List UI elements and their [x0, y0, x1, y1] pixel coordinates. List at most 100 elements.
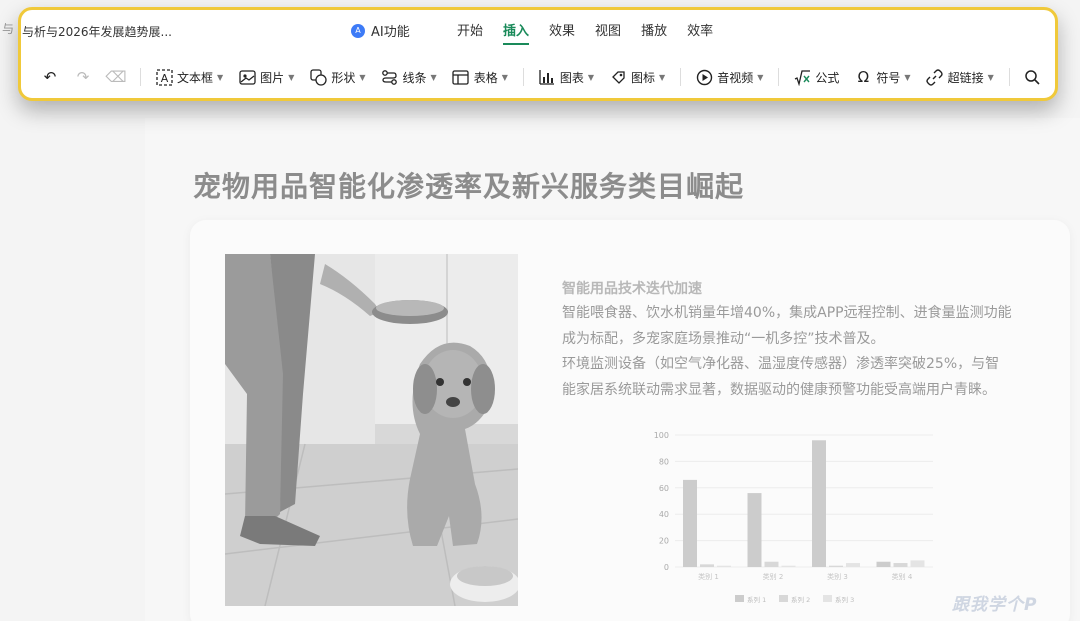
- chart-label: 图表: [559, 70, 584, 85]
- redo-button[interactable]: ↷: [74, 68, 92, 86]
- bar: [910, 560, 925, 567]
- line-button[interactable]: 线条 ▼: [381, 68, 437, 86]
- gear-icon: ⚙: [1057, 68, 1058, 86]
- legend-label: 系列 2: [791, 595, 810, 604]
- picture-label: 图片: [260, 70, 285, 85]
- symbol-button[interactable]: Ω 符号 ▼: [854, 68, 911, 86]
- table-label: 表格: [473, 70, 498, 85]
- textbox-button[interactable]: A 文本框 ▼: [155, 68, 223, 86]
- search-button[interactable]: [1024, 68, 1042, 86]
- chevron-down-icon: ▼: [217, 72, 224, 82]
- settings-button[interactable]: ⚙: [1057, 68, 1058, 86]
- y-tick-label: 60: [659, 484, 669, 493]
- formula-icon: [793, 68, 811, 86]
- x-tick-label: 类别 1: [698, 572, 719, 581]
- textbox-icon: A: [155, 68, 173, 86]
- chevron-down-icon: ▼: [659, 72, 666, 82]
- dog-photo: [225, 254, 518, 606]
- y-tick-label: 80: [659, 457, 669, 466]
- menu-tabs: 开始 插入 效果 视图 播放 效率: [457, 20, 713, 45]
- bar: [876, 561, 891, 567]
- tab-view[interactable]: 视图: [595, 20, 621, 45]
- search-icon: [1024, 68, 1042, 86]
- legend-label: 系列 1: [747, 595, 766, 604]
- shape-label: 形状: [331, 70, 356, 85]
- watermark: 跟我学个P: [952, 595, 1038, 615]
- y-tick-label: 100: [654, 431, 669, 440]
- doc-title-left-fragment: 与: [2, 22, 15, 36]
- icon-library-icon: [609, 68, 627, 86]
- link-icon: [926, 68, 944, 86]
- format-painter-button[interactable]: ⌫: [105, 68, 127, 86]
- tab-efficiency[interactable]: 效率: [687, 20, 713, 45]
- legend-swatch: [779, 595, 788, 602]
- bar: [781, 565, 796, 567]
- bar: [764, 561, 779, 567]
- legend-swatch: [823, 595, 832, 602]
- y-tick-label: 20: [659, 537, 669, 546]
- bar-chart[interactable]: 0 20 40 60 80 100 类别 1 类别 2 类别 3 类别 4 系列 1 系列 2 系列 3: [643, 425, 943, 610]
- ai-logo-icon: A: [351, 23, 365, 38]
- chevron-down-icon: ▼: [904, 72, 911, 82]
- tab-play[interactable]: 播放: [641, 20, 667, 45]
- formula-label: 公式: [815, 70, 840, 85]
- icon-library-label: 图标: [631, 70, 656, 85]
- hyperlink-button[interactable]: 超链接 ▼: [926, 68, 994, 86]
- x-tick-label: 类别 4: [892, 572, 913, 581]
- y-tick-label: 40: [659, 510, 669, 519]
- slide-title: 宠物用品智能化渗透率及新兴服务类目崛起: [193, 170, 745, 203]
- chevron-down-icon: ▼: [359, 72, 366, 82]
- chart-button[interactable]: 图表 ▼: [538, 68, 594, 86]
- picture-button[interactable]: 图片 ▼: [238, 68, 294, 86]
- bar: [747, 493, 762, 567]
- insert-tools: ↶ ↷ ⌫ A 文本框 ▼ 图片 ▼ 形状 ▼ 线条 ▼ 表格 ▼ 图表 ▼ 图…: [41, 68, 1058, 86]
- formula-button[interactable]: 公式: [793, 68, 839, 86]
- table-button[interactable]: 表格 ▼: [452, 68, 508, 86]
- y-tick-label: 0: [664, 563, 669, 572]
- bar: [812, 440, 826, 567]
- bar: [700, 564, 714, 567]
- section-heading: 智能用品技术迭代加速: [562, 281, 702, 297]
- bar-chart-icon: [538, 68, 556, 86]
- hyperlink-label: 超链接: [947, 70, 984, 85]
- ai-feature-label: AI功能: [371, 25, 410, 40]
- line-icon: [381, 68, 399, 86]
- omega-icon: Ω: [857, 68, 870, 86]
- play-circle-icon: [695, 68, 713, 86]
- bar: [893, 563, 908, 567]
- shape-button[interactable]: 形状 ▼: [309, 68, 366, 86]
- icon-library-button[interactable]: 图标 ▼: [609, 68, 665, 86]
- x-tick-label: 类别 3: [827, 572, 848, 581]
- tab-effects[interactable]: 效果: [549, 20, 575, 45]
- divider: [778, 68, 780, 86]
- media-button[interactable]: 音视频 ▼: [695, 68, 763, 86]
- chevron-down-icon: ▼: [501, 72, 508, 82]
- divider: [680, 68, 682, 86]
- x-tick-label: 类别 2: [763, 572, 784, 581]
- bar: [829, 565, 843, 567]
- svg-text:A: A: [160, 72, 168, 85]
- textbox-label: 文本框: [177, 70, 214, 85]
- table-icon: [452, 68, 470, 86]
- document-title[interactable]: 与析与2026年发展趋势展...: [22, 23, 172, 40]
- chevron-down-icon: ▼: [987, 72, 994, 82]
- ribbon-toolbar: 与析与2026年发展趋势展... A AI功能 开始 插入 效果 视图 播放 效…: [18, 7, 1058, 101]
- line-label: 线条: [402, 70, 427, 85]
- chevron-down-icon: ▼: [587, 72, 595, 82]
- tab-insert[interactable]: 插入: [503, 20, 530, 45]
- symbol-label: 符号: [876, 70, 901, 85]
- legend-label: 系列 3: [835, 595, 854, 604]
- media-label: 音视频: [717, 70, 754, 85]
- undo-icon: ↶: [43, 68, 57, 86]
- bar: [846, 563, 860, 567]
- divider: [522, 68, 524, 86]
- bar: [683, 479, 697, 567]
- ai-feature-button[interactable]: A AI功能: [351, 21, 410, 40]
- legend-swatch: [735, 595, 744, 602]
- bar: [717, 565, 731, 567]
- paragraph-smart-feeders: 智能喂食器、饮水机销量年增40%，集成APP远程控制、进食量监测功能成为标配，多…: [562, 305, 1012, 347]
- eraser-icon: ⌫: [105, 68, 127, 86]
- tab-start[interactable]: 开始: [457, 20, 483, 45]
- chevron-down-icon: ▼: [757, 72, 764, 82]
- undo-button[interactable]: ↶: [41, 68, 59, 86]
